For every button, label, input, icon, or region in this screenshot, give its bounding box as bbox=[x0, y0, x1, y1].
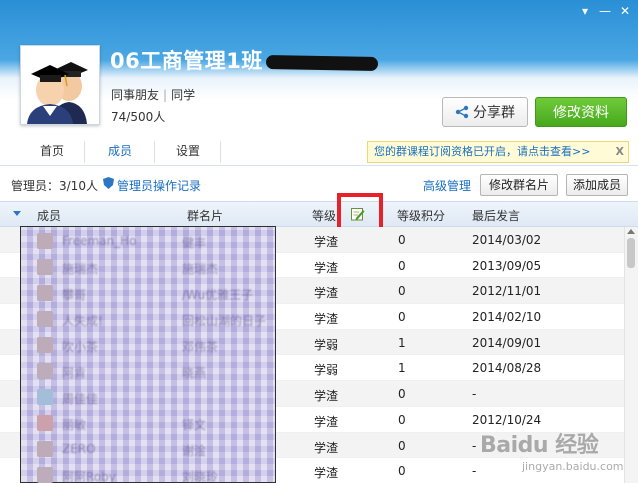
skin-icon[interactable]: ▾ bbox=[576, 4, 594, 18]
member-name[interactable]: ZERO bbox=[62, 442, 96, 456]
member-name[interactable]: 阿阿Roby bbox=[62, 468, 116, 483]
group-card-cell: /Wu优雅王子 bbox=[182, 288, 254, 302]
close-icon[interactable]: ✕ bbox=[616, 4, 634, 18]
member-avatar[interactable] bbox=[37, 337, 53, 353]
member-avatar[interactable] bbox=[37, 389, 53, 405]
level-cell: 学渣 bbox=[314, 235, 339, 249]
last-message-cell: 2014/02/10 bbox=[472, 310, 542, 325]
minimize-icon[interactable]: — bbox=[596, 4, 614, 18]
tag-classmates[interactable]: 同学 bbox=[171, 88, 195, 102]
column-level-points[interactable]: 等级积分 bbox=[397, 207, 445, 224]
level-cell: 学渣 bbox=[314, 312, 339, 327]
member-avatar[interactable] bbox=[37, 363, 53, 379]
member-name[interactable]: 人失成! bbox=[62, 312, 103, 329]
last-message-cell: 2013/09/05 bbox=[472, 258, 542, 273]
notice-close-button[interactable]: X bbox=[616, 142, 624, 162]
member-name[interactable]: Freeman_Ho bbox=[62, 234, 136, 248]
points-cell: 0 bbox=[398, 310, 406, 325]
edit-group-card-button[interactable]: 修改群名片 bbox=[480, 174, 558, 196]
column-group-card[interactable]: 群名片 bbox=[187, 207, 223, 224]
member-table-header: 成员 群名片 等级 等级积分 最后发言 bbox=[0, 201, 638, 227]
points-cell: 0 bbox=[398, 464, 406, 479]
member-name[interactable]: 吹小茶 bbox=[62, 338, 98, 355]
last-message-cell: 2014/09/01 bbox=[472, 335, 542, 350]
level-cell: 学渣 bbox=[314, 286, 339, 301]
level-cell: 学弱 bbox=[314, 337, 339, 352]
points-cell: 0 bbox=[398, 284, 406, 299]
last-message-cell: 2012/11/01 bbox=[472, 284, 542, 299]
share-group-button[interactable]: 分享群 bbox=[442, 97, 528, 127]
last-message-cell: 2014/08/28 bbox=[472, 361, 542, 376]
member-name[interactable]: 施瑞杰 bbox=[62, 260, 98, 277]
group-card-cell: 铎文 bbox=[182, 418, 207, 432]
sort-triangle-icon[interactable] bbox=[13, 211, 21, 216]
level-cell: 学渣 bbox=[314, 440, 339, 455]
member-avatar[interactable] bbox=[37, 285, 53, 301]
group-card-cell: 邓伟茶 bbox=[182, 340, 219, 354]
level-cell: 学渣 bbox=[314, 414, 339, 429]
column-last-message[interactable]: 最后发言 bbox=[472, 207, 520, 224]
watermark-main: Baidu 经验 bbox=[480, 433, 599, 458]
group-tags: 同事朋友 | 同学 bbox=[111, 88, 196, 102]
member-name[interactable]: 周佳佳 bbox=[62, 390, 98, 407]
column-level[interactable]: 等级 bbox=[312, 207, 336, 224]
edit-profile-button[interactable]: 修改资料 bbox=[535, 97, 627, 127]
baidu-watermark: Baidu 经验 jingyan.baidu.com bbox=[470, 424, 638, 483]
member-avatar[interactable] bbox=[37, 467, 53, 483]
graduates-icon bbox=[21, 46, 99, 124]
tag-coworkers[interactable]: 同事朋友 bbox=[111, 88, 159, 102]
points-cell: 1 bbox=[398, 361, 406, 376]
last-message-cell: 2014/03/02 bbox=[472, 233, 542, 247]
column-member[interactable]: 成员 bbox=[37, 207, 61, 224]
member-avatar[interactable] bbox=[37, 415, 53, 431]
member-avatar[interactable] bbox=[37, 311, 53, 327]
points-cell: 0 bbox=[398, 438, 406, 453]
member-avatar[interactable] bbox=[37, 233, 53, 249]
member-count: 74/500人 bbox=[111, 110, 166, 124]
add-member-button[interactable]: 添加成员 bbox=[566, 174, 628, 196]
redacted-group-id bbox=[265, 55, 379, 71]
member-name[interactable]: 丽敏 bbox=[62, 416, 86, 433]
scroll-up-arrow-icon[interactable] bbox=[627, 229, 635, 234]
member-name[interactable]: 攀哥 bbox=[62, 286, 86, 303]
points-cell: 0 bbox=[398, 233, 406, 247]
level-cell: 学渣 bbox=[314, 389, 339, 404]
group-header: ▾ — ✕ 06工商管理1班 同事朋友 | 同学 74/500人 分享群 修改资… bbox=[0, 0, 638, 137]
admin-log-link[interactable]: 管理员操作记录 bbox=[117, 177, 201, 194]
group-card-cell: 晓燕 bbox=[182, 366, 207, 380]
share-icon bbox=[455, 105, 469, 119]
shield-icon bbox=[103, 177, 114, 189]
admin-count: 管理员：3/10人 bbox=[11, 179, 98, 193]
watermark-url: jingyan.baidu.com bbox=[522, 460, 624, 473]
tab-home[interactable]: 首页 bbox=[20, 137, 84, 166]
level-cell: 学渣 bbox=[314, 466, 339, 481]
tab-members[interactable]: 成员 bbox=[86, 137, 154, 166]
privacy-mosaic: Freeman_Ho 健丰 施瑞杰 施瑞杰 攀哥/Wu优雅王子 人失成! 回松山湖的日… bbox=[20, 226, 276, 483]
group-name: 06工商管理1班 bbox=[110, 49, 263, 73]
member-avatar[interactable] bbox=[37, 441, 53, 457]
last-message-cell: - bbox=[472, 387, 477, 402]
member-avatar[interactable] bbox=[37, 259, 53, 275]
points-cell: 0 bbox=[398, 387, 406, 402]
points-cell: 0 bbox=[398, 412, 406, 427]
tab-settings[interactable]: 设置 bbox=[156, 137, 220, 166]
level-cell: 学渣 bbox=[314, 260, 339, 275]
group-card-cell: 刘晓玲 bbox=[182, 470, 219, 483]
level-cell: 学弱 bbox=[314, 363, 339, 378]
group-card-cell: 健丰 bbox=[182, 236, 207, 250]
scrollbar-thumb[interactable] bbox=[627, 238, 635, 268]
points-cell: 0 bbox=[398, 258, 406, 273]
group-card-cell: 谢淦 bbox=[182, 444, 207, 458]
group-avatar[interactable] bbox=[20, 45, 100, 125]
member-name[interactable]: 阿肯 bbox=[62, 364, 86, 381]
admin-toolbar: 管理员：3/10人 管理员操作记录 高级管理 修改群名片 添加成员 bbox=[0, 166, 638, 200]
group-card-cell: 施瑞杰 bbox=[182, 262, 219, 276]
course-subscription-notice[interactable]: 您的群课程订阅资格已开启，请点击查看>> X bbox=[367, 141, 629, 163]
points-cell: 1 bbox=[398, 335, 406, 350]
group-card-cell: 回松山湖的日子 bbox=[182, 314, 267, 328]
advanced-management-link[interactable]: 高级管理 bbox=[423, 177, 471, 194]
